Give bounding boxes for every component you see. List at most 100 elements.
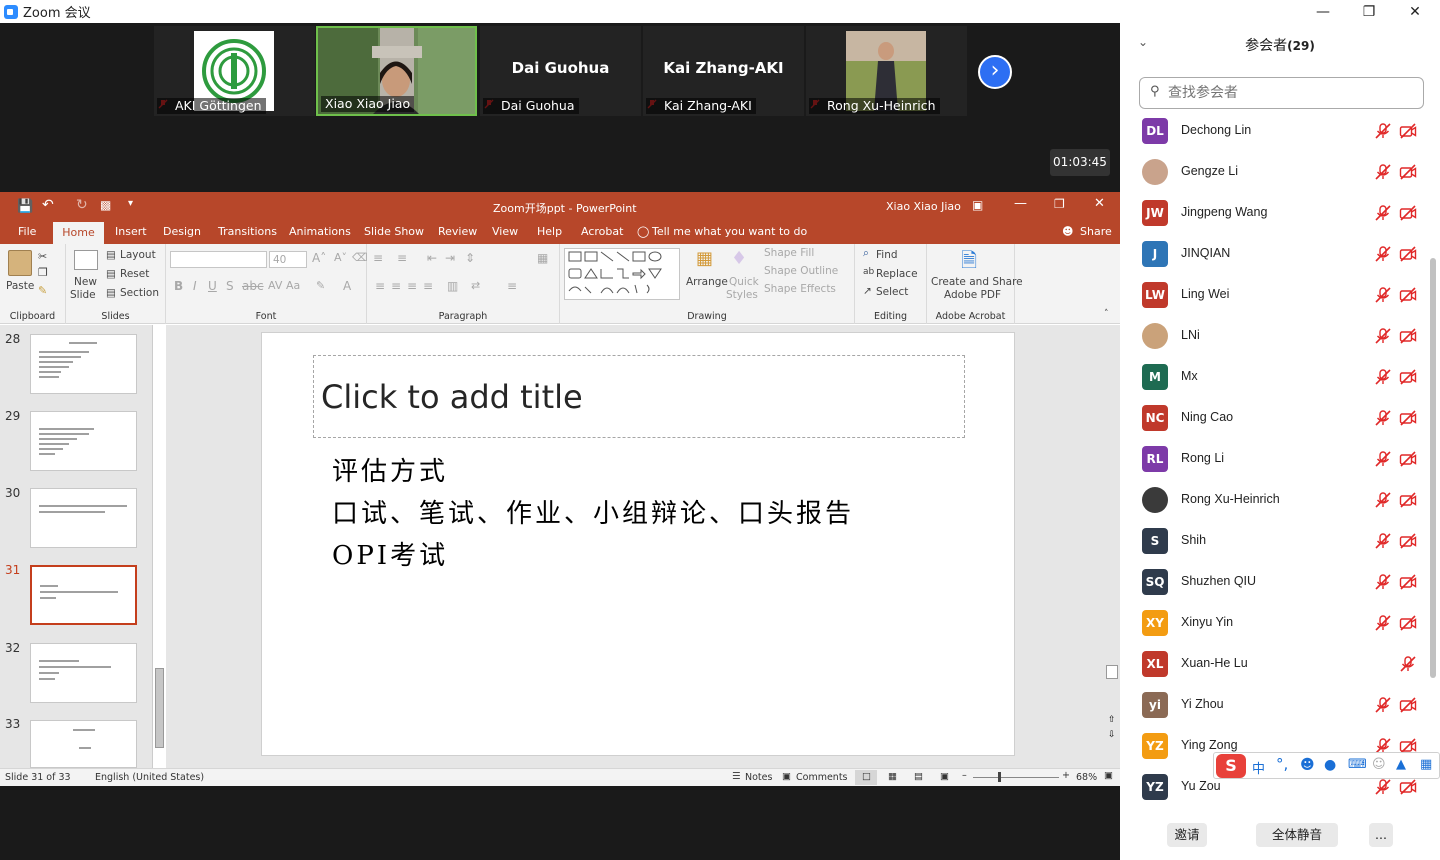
muted-mic-icon[interactable]: [1374, 450, 1392, 468]
muted-mic-icon[interactable]: [1374, 163, 1392, 181]
shape-outline-button[interactable]: Shape Outline: [764, 265, 838, 277]
arrange-icon[interactable]: ▦: [696, 248, 713, 269]
sogou-ime-icon[interactable]: S: [1216, 754, 1246, 778]
bold-icon[interactable]: B: [174, 279, 183, 293]
new-slide-label[interactable]: New: [74, 276, 97, 288]
muted-mic-icon[interactable]: [1374, 368, 1392, 386]
language-status[interactable]: English (United States): [95, 772, 204, 783]
muted-mic-icon[interactable]: [1374, 778, 1392, 796]
participant-row[interactable]: DL Dechong Lin: [1120, 111, 1430, 152]
participant-row[interactable]: S Shih: [1120, 521, 1430, 562]
participant-row[interactable]: NC Ning Cao: [1120, 398, 1430, 439]
clear-format-icon[interactable]: ⌫: [352, 251, 368, 264]
video-off-icon[interactable]: [1399, 368, 1417, 386]
tab-help[interactable]: Help: [537, 225, 562, 238]
layout-button[interactable]: Layout: [120, 249, 156, 261]
participant-row[interactable]: J JINQIAN: [1120, 234, 1430, 275]
video-off-icon[interactable]: [1399, 122, 1417, 140]
replace-button[interactable]: Replace: [876, 268, 918, 280]
participant-row[interactable]: SQ Shuzhen QIU: [1120, 562, 1430, 603]
create-pdf-label2[interactable]: Adobe PDF: [944, 289, 1001, 301]
participant-row[interactable]: JW Jingpeng Wang: [1120, 193, 1430, 234]
shape-effects-button[interactable]: Shape Effects: [764, 283, 836, 295]
emoji-icon[interactable]: ☻: [1300, 757, 1315, 773]
fit-slide-icon[interactable]: ▣: [1104, 770, 1113, 781]
shadow-icon[interactable]: S: [226, 279, 234, 293]
bullets-icon[interactable]: ≡: [373, 251, 383, 265]
collapse-ribbon-icon[interactable]: ˄: [1104, 309, 1109, 319]
customize-toolbar-icon[interactable]: ▾: [128, 198, 133, 209]
muted-mic-icon[interactable]: [1374, 245, 1392, 263]
arrange-button[interactable]: Arrange: [686, 276, 728, 288]
title-placeholder[interactable]: Click to add title: [313, 355, 965, 438]
align-left-icon[interactable]: ≡: [375, 279, 385, 293]
shape-fill-button[interactable]: Shape Fill: [764, 247, 814, 259]
participant-row[interactable]: LW Ling Wei: [1120, 275, 1430, 316]
select-button[interactable]: Select: [876, 286, 908, 298]
video-off-icon[interactable]: [1399, 409, 1417, 427]
columns-icon[interactable]: ▥: [447, 279, 458, 293]
muted-mic-icon[interactable]: [1374, 696, 1392, 714]
shapes-gallery[interactable]: [564, 248, 680, 300]
slide-body-line[interactable]: OPI考试: [332, 535, 448, 572]
invite-button[interactable]: 邀请: [1167, 823, 1207, 847]
video-off-icon[interactable]: [1399, 614, 1417, 632]
slide-body-line[interactable]: 口试、笔试、作业、小组辩论、口头报告: [332, 493, 854, 530]
more-button[interactable]: ...: [1369, 823, 1393, 847]
participant-search[interactable]: ⚲: [1139, 77, 1424, 109]
zoom-out-icon[interactable]: –: [962, 770, 967, 781]
muted-mic-icon[interactable]: [1374, 327, 1392, 345]
cut-icon[interactable]: ✂: [38, 250, 47, 263]
paste-button[interactable]: Paste: [6, 280, 34, 292]
mute-all-button[interactable]: 全体静音: [1256, 823, 1338, 847]
ppt-close-button[interactable]: ✕: [1094, 196, 1105, 211]
new-slide-icon[interactable]: [74, 250, 98, 270]
slideshow-view-icon[interactable]: ▣: [940, 771, 949, 782]
editor-scroll-thumb[interactable]: [1106, 665, 1118, 679]
participant-row[interactable]: XY Xinyu Yin: [1120, 603, 1430, 644]
text-direction-icon[interactable]: ⇄: [471, 279, 480, 292]
tab-slide-show[interactable]: Slide Show: [364, 225, 424, 238]
undo-icon[interactable]: ↶: [42, 197, 54, 213]
video-tile-active-speaker[interactable]: Xiao Xiao Jiao: [316, 26, 477, 116]
video-tile[interactable]: AKI Göttingen: [154, 26, 315, 116]
skin-icon[interactable]: ▲: [1396, 757, 1406, 772]
muted-mic-icon[interactable]: [1374, 532, 1392, 550]
reset-button[interactable]: Reset: [120, 268, 149, 280]
increase-indent-icon[interactable]: ⇥: [445, 251, 455, 265]
comments-button[interactable]: Comments: [796, 772, 848, 783]
user-icon[interactable]: ☺: [1372, 757, 1386, 772]
participant-row[interactable]: M Mx: [1120, 357, 1430, 398]
muted-mic-icon[interactable]: [1374, 614, 1392, 632]
thumbnails-scrollbar[interactable]: [152, 325, 166, 768]
next-page-arrow-icon[interactable]: ›: [978, 55, 1012, 89]
video-off-icon[interactable]: [1399, 450, 1417, 468]
muted-mic-icon[interactable]: [1374, 122, 1392, 140]
align-right-icon[interactable]: ≡: [407, 279, 417, 293]
zoom-slider-thumb[interactable]: [998, 772, 1001, 782]
video-off-icon[interactable]: [1399, 286, 1417, 304]
ribbon-display-icon[interactable]: ▣: [972, 198, 983, 212]
tab-review[interactable]: Review: [438, 225, 477, 238]
participant-row[interactable]: Gengze Li: [1120, 152, 1430, 193]
video-tile[interactable]: Kai Zhang-AKI Kai Zhang-AKI: [643, 26, 804, 116]
participant-row[interactable]: yi Yi Zhou: [1120, 685, 1430, 726]
zoom-level[interactable]: 68%: [1076, 772, 1097, 783]
share-icon[interactable]: ☻: [1062, 225, 1073, 238]
slide-thumbnail[interactable]: [30, 720, 137, 768]
save-icon[interactable]: 💾: [17, 199, 33, 214]
tab-design[interactable]: Design: [163, 225, 201, 238]
decrease-indent-icon[interactable]: ⇤: [427, 251, 437, 265]
create-pdf-button[interactable]: Create and Share: [931, 276, 1023, 288]
participant-search-input[interactable]: [1168, 84, 1408, 100]
format-painter-icon[interactable]: ✎: [38, 284, 47, 297]
video-off-icon[interactable]: [1399, 696, 1417, 714]
adobe-pdf-icon[interactable]: 🗎: [961, 246, 977, 280]
restore-button[interactable]: ❐: [1346, 0, 1392, 23]
italic-icon[interactable]: I: [193, 279, 197, 293]
tab-file[interactable]: File: [18, 225, 36, 238]
font-size-box[interactable]: 40: [269, 251, 307, 268]
muted-mic-icon[interactable]: [1399, 655, 1417, 673]
new-slide-label2[interactable]: Slide: [70, 289, 96, 301]
keyboard-icon[interactable]: ⌨: [1348, 757, 1367, 772]
